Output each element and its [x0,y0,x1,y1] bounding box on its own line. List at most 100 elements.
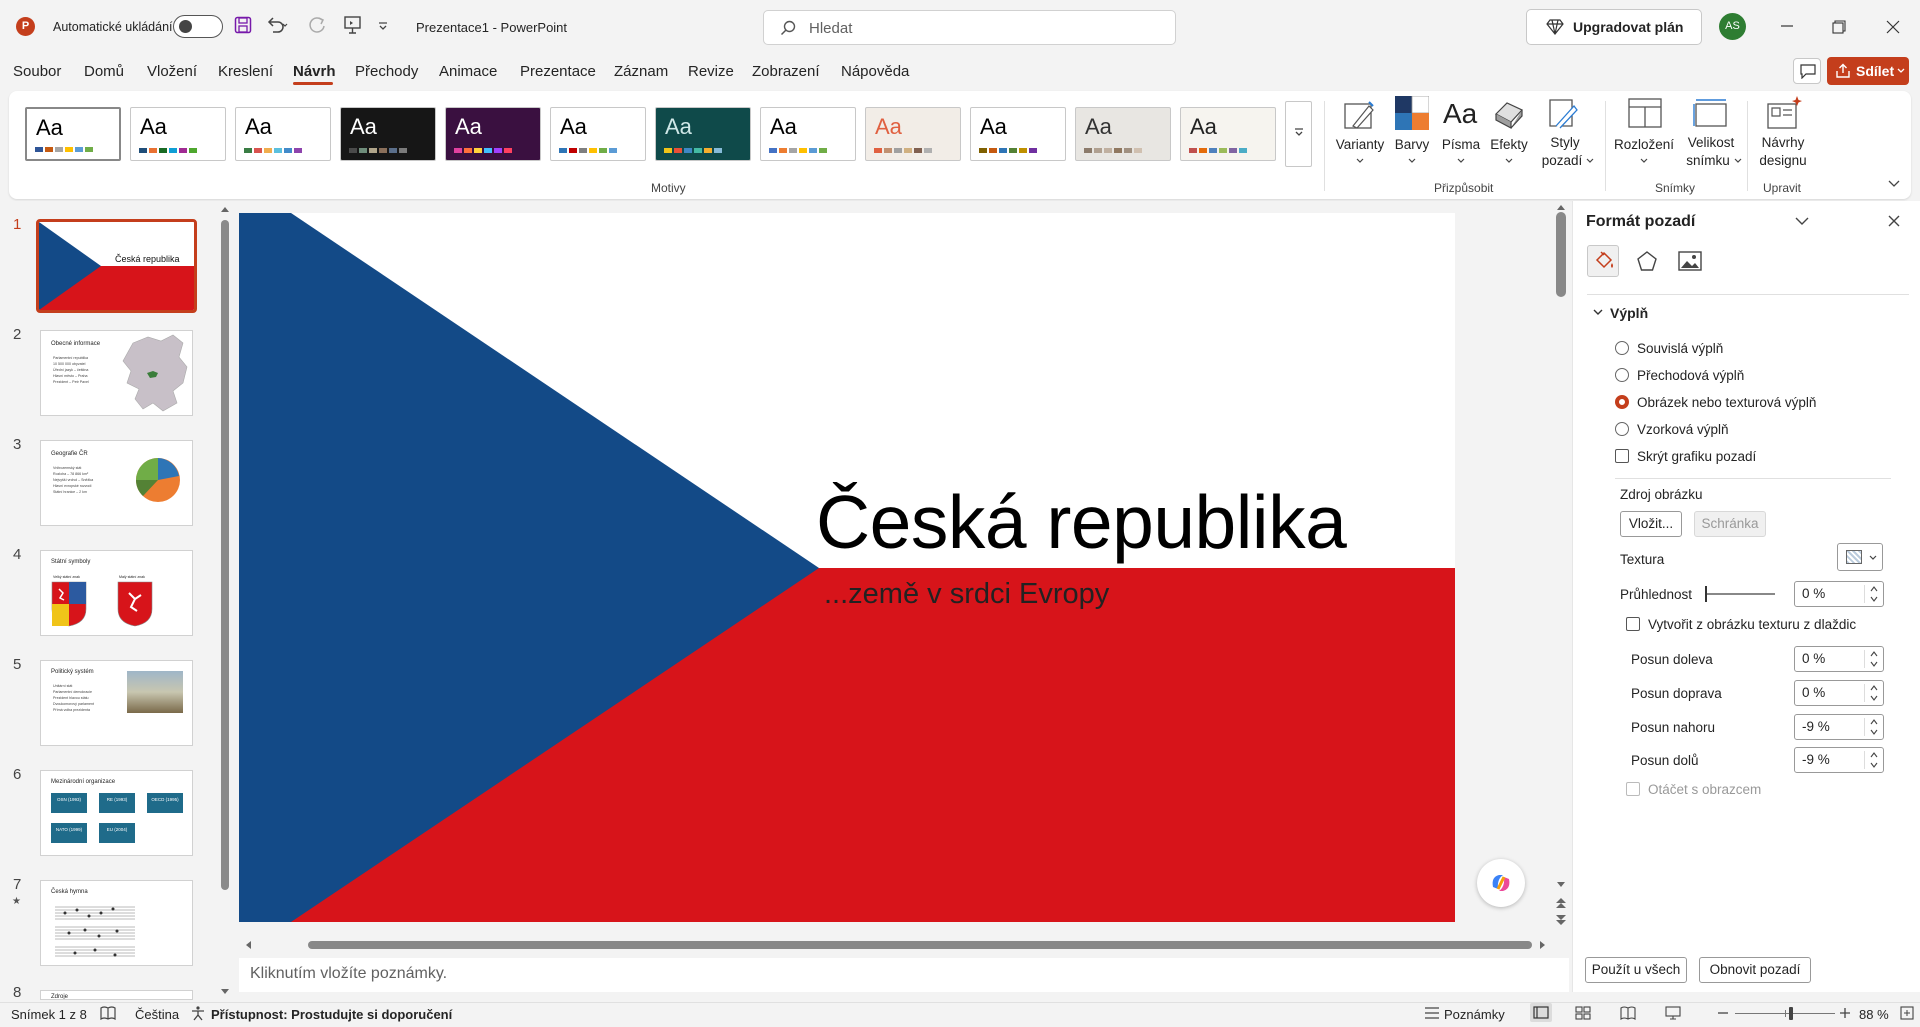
tile-picture-checkbox[interactable] [1626,617,1640,631]
pattern-fill-radio[interactable] [1615,422,1629,436]
tab-slideshow[interactable]: Prezentace [520,63,596,80]
spin-arrows-icon[interactable] [1870,751,1878,769]
designer-button[interactable]: Návrhy designu [1752,94,1814,174]
theme-10[interactable]: Aa [970,107,1066,161]
zoom-slider[interactable] [1735,1007,1835,1020]
insert-image-button[interactable]: Vložit... [1620,511,1682,537]
fonts-button[interactable]: Aa Písma [1440,94,1482,174]
chevron-down-icon[interactable] [1593,309,1603,316]
texture-dropdown[interactable] [1837,543,1883,571]
solid-fill-radio[interactable] [1615,341,1629,355]
slide-size-button[interactable]: Velikost snímku [1680,94,1742,174]
picture-fill-radio[interactable] [1615,395,1629,409]
tile-picture-label[interactable]: Vytvořit z obrázku texturu z dlaždic [1648,617,1856,632]
tab-help[interactable]: Nápověda [841,63,909,80]
chevron-down-icon[interactable] [1795,217,1809,226]
thumbnail-scroll-up-icon[interactable] [220,205,230,213]
tab-home[interactable]: Domů [84,63,124,80]
next-slide-icon[interactable] [1555,914,1567,926]
transparency-input[interactable]: 0 % [1794,581,1884,607]
gradient-fill-label[interactable]: Přechodová výplň [1637,368,1744,383]
spin-arrows-icon[interactable] [1870,718,1878,736]
offset-top-input[interactable]: -9 % [1794,714,1884,740]
save-icon[interactable] [234,16,252,34]
gradient-fill-radio[interactable] [1615,368,1629,382]
accessibility-status[interactable]: Přístupnost: Prostudujte si doporučení [211,1007,452,1022]
theme-7[interactable]: Aa [655,107,751,161]
share-button[interactable]: Sdílet [1827,57,1909,85]
zoom-level[interactable]: 88 % [1859,1007,1889,1022]
fill-category-button[interactable] [1587,245,1619,277]
restore-icon[interactable] [1832,20,1846,34]
scroll-right-icon[interactable] [1539,940,1547,950]
redo-icon[interactable] [307,16,327,34]
variants-button[interactable]: Varianty [1334,94,1386,174]
tab-file[interactable]: Soubor [13,63,61,80]
fit-to-window-icon[interactable] [1900,1006,1914,1020]
slide-thumbnail-3[interactable]: Geografie ČR Vnitrozemský stát Rozloha –… [40,440,193,526]
comments-button[interactable] [1793,58,1821,84]
notes-area[interactable]: Kliknutím vložíte poznámky. [239,958,1569,992]
effects-button[interactable]: Efekty [1486,94,1532,174]
theme-4[interactable]: Aa [340,107,436,161]
upgrade-plan-button[interactable]: Upgradovat plán [1526,9,1702,45]
background-styles-button[interactable]: Styly pozadí [1536,94,1594,174]
avatar[interactable]: AS [1719,13,1746,40]
slide-canvas[interactable]: Česká republika ...země v srdci Evropy [239,213,1455,922]
offset-left-input[interactable]: 0 % [1794,646,1884,672]
pattern-fill-label[interactable]: Vzorková výplň [1637,422,1729,437]
slide-scroll-up-icon[interactable] [1556,203,1566,211]
picture-fill-label[interactable]: Obrázek nebo texturová výplň [1637,395,1816,410]
slide-scroll-down-icon[interactable] [1556,881,1566,889]
normal-view-icon[interactable] [1530,1003,1552,1022]
theme-12[interactable]: Aa [1180,107,1276,161]
tab-draw[interactable]: Kreslení [218,63,273,80]
slide-sorter-icon[interactable] [1575,1006,1591,1020]
previous-slide-icon[interactable] [1555,897,1567,909]
slide-thumbnail-5[interactable]: Politický systém Unitární stát Parlament… [40,660,193,746]
notes-book-icon[interactable] [100,1006,116,1020]
thumbnail-scroll-down-icon[interactable] [220,988,230,996]
slide-vertical-scrollbar[interactable] [1556,212,1566,297]
tab-design[interactable]: Návrh [293,63,336,80]
offset-bottom-input[interactable]: -9 % [1794,747,1884,773]
slide-subtitle[interactable]: ...země v srdci Evropy [824,578,1109,611]
scroll-left-icon[interactable] [244,940,252,950]
undo-icon[interactable] [266,16,288,34]
thumbnail-scrollbar[interactable] [221,220,229,890]
picture-category-button[interactable] [1673,245,1705,277]
tab-animations[interactable]: Animace [439,63,497,80]
theme-5[interactable]: Aa [445,107,541,161]
slide-thumbnail-6[interactable]: Mezinárodní organizace OSN (1993) RE (19… [40,770,193,856]
customize-qat-icon[interactable] [378,22,388,30]
close-window-icon[interactable] [1886,20,1900,34]
slide-thumbnail-2[interactable]: Obecné informace Parlamentní republika 1… [40,330,193,416]
slide-thumbnail-1[interactable]: Česká republika [36,219,197,313]
theme-2[interactable]: Aa [130,107,226,161]
slide-thumbnail-4[interactable]: Státní symboly Velký státní znak Malý st… [40,550,193,636]
search-input[interactable]: Hledat [763,10,1176,45]
fill-section-header[interactable]: Výplň [1610,305,1648,321]
slide-thumbnail-7[interactable]: Česká hymna [40,880,193,966]
slideshow-view-icon[interactable] [1665,1006,1681,1020]
presenter-icon[interactable] [343,15,363,35]
reading-view-icon[interactable] [1620,1006,1636,1020]
effects-category-button[interactable] [1631,245,1663,277]
theme-11[interactable]: Aa [1075,107,1171,161]
tab-view[interactable]: Zobrazení [752,63,820,80]
reset-background-button[interactable]: Obnovit pozadí [1699,957,1811,983]
theme-9[interactable]: Aa [865,107,961,161]
language-status[interactable]: Čeština [135,1007,179,1022]
transparency-slider-thumb[interactable] [1705,586,1707,602]
apply-to-all-button[interactable]: Použít u všech [1585,957,1687,983]
solid-fill-label[interactable]: Souvislá výplň [1637,341,1723,356]
slide-horizontal-scrollbar[interactable] [308,941,1532,949]
slide-title[interactable]: Česká republika [816,479,1347,565]
theme-3[interactable]: Aa [235,107,331,161]
zoom-in-icon[interactable] [1840,1008,1850,1018]
spin-arrows-icon[interactable] [1870,585,1878,603]
tab-record[interactable]: Záznam [614,63,668,80]
zoom-out-icon[interactable] [1718,1012,1728,1014]
collapse-ribbon-icon[interactable] [1888,180,1900,188]
accessibility-icon[interactable] [190,1006,206,1021]
